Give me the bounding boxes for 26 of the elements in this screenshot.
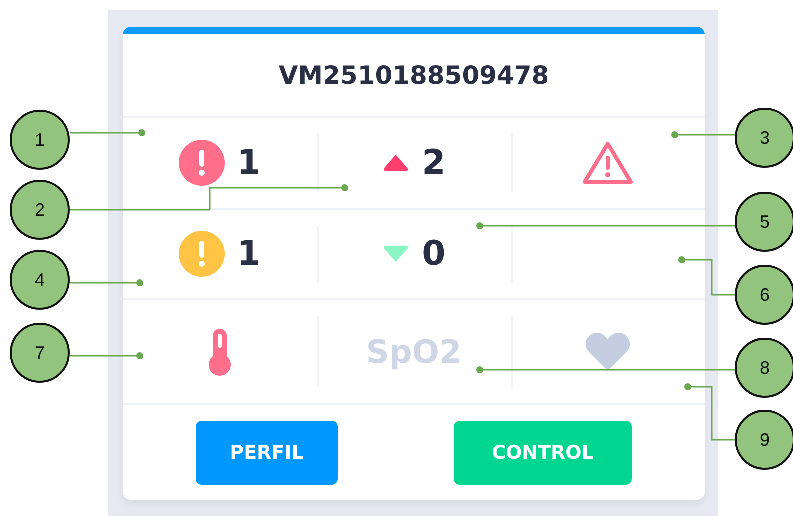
trend-count: 0 [422,237,446,271]
control-button[interactable]: CONTROL [454,420,632,484]
alert-circle-icon [179,140,226,186]
callout-number: 3 [735,108,793,168]
profile-button[interactable]: PERFIL [196,420,338,484]
warning-icon [582,140,634,186]
leader-line [672,132,735,138]
callout-number: 6 [735,265,793,325]
leader-line [684,384,735,441]
callout-number: 1 [10,110,70,170]
device-id: VM2510188509478 [123,34,705,118]
callout-number: 2 [10,180,70,240]
trend-count: 2 [422,146,446,180]
triangle-down-icon [382,244,410,264]
leader-line [678,256,735,296]
callout-number: 4 [10,250,70,310]
callout-number: 9 [735,410,793,470]
alert-count: 1 [237,146,261,180]
heart-icon [584,330,632,372]
callout-number: 8 [735,338,793,398]
caution-circle-icon [179,231,226,277]
triangle-up-icon [382,153,410,173]
callout-number: 5 [735,192,793,252]
alert-count: 1 [237,237,261,271]
thermometer-icon [207,326,233,376]
callout-number: 7 [10,323,70,383]
